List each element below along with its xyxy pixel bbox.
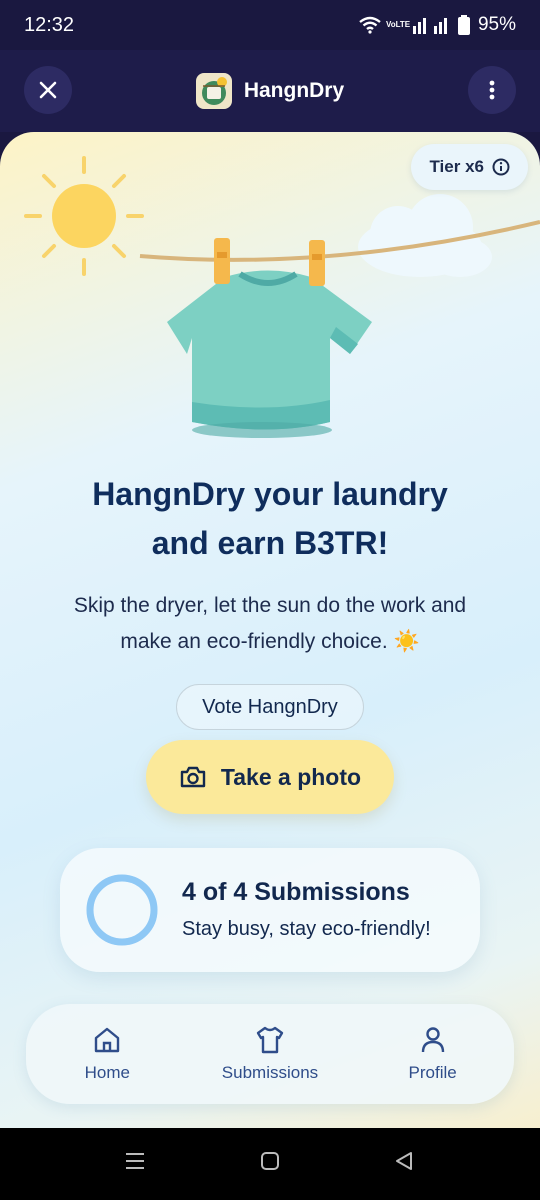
- more-options-button[interactable]: [468, 66, 516, 114]
- battery-percent: 95%: [477, 14, 516, 35]
- info-icon: [492, 158, 510, 176]
- battery-icon: [457, 15, 470, 35]
- main-content: Tier x6 HangnDry your laundry and earn B…: [0, 132, 540, 1128]
- home-icon: [95, 1027, 120, 1053]
- submissions-progress-ring: [86, 874, 158, 946]
- app-header: HangnDry: [0, 50, 540, 132]
- person-icon: [421, 1027, 444, 1053]
- vote-button[interactable]: Vote HangnDry: [176, 684, 364, 730]
- submissions-description: Stay busy, stay eco-friendly!: [182, 918, 431, 940]
- shirt-icon: [256, 1026, 284, 1054]
- take-photo-button[interactable]: Take a photo: [146, 740, 394, 814]
- nav-item-submissions[interactable]: Submissions: [195, 1025, 345, 1083]
- nav-item-home[interactable]: Home: [32, 1025, 182, 1083]
- tier-badge[interactable]: Tier x6: [411, 144, 528, 190]
- headline-line-1: HangnDry your laundry: [92, 476, 448, 512]
- status-indicators: VoLTE 95%: [359, 14, 516, 36]
- submissions-title: 4 of 4 Submissions: [182, 878, 410, 906]
- nav-home-label: Home: [84, 1063, 130, 1082]
- nav-submissions-label: Submissions: [221, 1063, 319, 1082]
- volte-icon: VoLTE: [385, 20, 411, 29]
- recent-apps-icon[interactable]: [124, 1150, 146, 1172]
- page-subtext: Skip the dryer, let the sun do the work …: [30, 588, 510, 660]
- page-headline: HangnDry your laundry and earn B3TR!: [20, 470, 520, 568]
- wifi-icon: [359, 16, 381, 34]
- take-photo-label: Take a photo: [220, 763, 362, 790]
- subtext-line-1: Skip the dryer, let the sun do the work …: [73, 594, 467, 617]
- status-time: 12:32: [24, 13, 75, 36]
- status-bar: 12:32 VoLTE 95%: [0, 0, 540, 50]
- app-logo: [195, 73, 232, 109]
- app-title: HangnDry: [243, 79, 345, 102]
- system-navigation-bar: [0, 1128, 540, 1200]
- home-system-icon[interactable]: [259, 1150, 281, 1172]
- subtext-line-2: make an eco-friendly choice. ☀️: [120, 630, 420, 653]
- nav-profile-label: Profile: [408, 1063, 457, 1082]
- submissions-card: 4 of 4 Submissions Stay busy, stay eco-f…: [60, 848, 480, 972]
- tshirt-illustration: [167, 270, 372, 438]
- more-vertical-icon: [489, 80, 495, 100]
- app-title-group: HangnDry: [195, 73, 345, 109]
- back-icon[interactable]: [393, 1150, 415, 1172]
- tier-label: Tier x6: [429, 157, 484, 176]
- bottom-navigation: Home Submissions Profile: [26, 1004, 514, 1104]
- close-button[interactable]: [24, 66, 72, 114]
- nav-item-profile[interactable]: Profile: [358, 1025, 508, 1083]
- headline-line-2: and earn B3TR!: [151, 525, 389, 561]
- close-icon: [39, 81, 57, 99]
- camera-icon: [180, 766, 206, 788]
- signal-icon: [412, 18, 447, 34]
- vote-button-label: Vote HangnDry: [202, 695, 338, 718]
- sun-icon: [24, 156, 144, 276]
